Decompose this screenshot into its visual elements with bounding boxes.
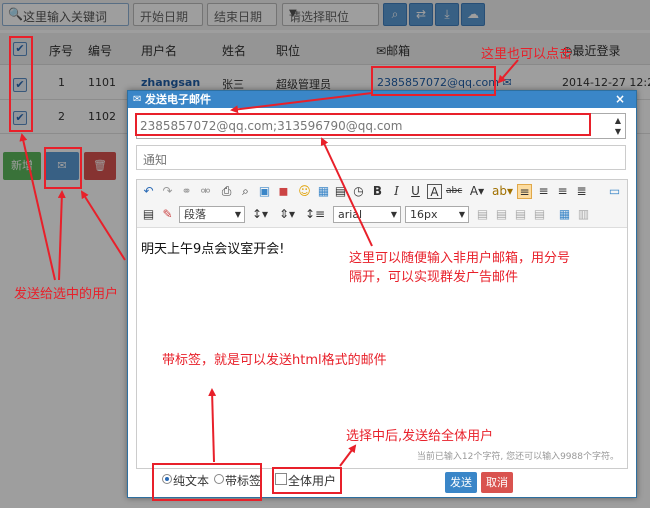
cancel-button[interactable]: 取消 bbox=[481, 472, 513, 493]
emoticon-icon[interactable]: ☺ bbox=[297, 184, 312, 199]
note-email-click: 这里也可以点击 bbox=[481, 47, 573, 62]
italic-icon[interactable]: I bbox=[389, 184, 404, 199]
preview-icon[interactable]: ⌕ bbox=[238, 184, 253, 199]
font-size-value: 16px bbox=[410, 208, 438, 221]
annotation-box-checkboxes bbox=[9, 36, 33, 132]
fullscreen-icon[interactable]: ▭ bbox=[607, 184, 622, 199]
bold-icon[interactable]: B bbox=[370, 184, 385, 199]
note-all-users: 选择中后,发送给全体用户 bbox=[346, 429, 494, 444]
block-right-icon[interactable]: ▤ bbox=[513, 207, 528, 222]
table-props-icon[interactable]: ▥ bbox=[576, 207, 591, 222]
note-non-user-line1: 这里可以随便输入非用户邮箱，用分号 bbox=[349, 251, 571, 266]
align-center-icon[interactable]: ≡ bbox=[536, 184, 551, 199]
table-icon[interactable]: ▤ bbox=[333, 184, 348, 199]
line-height-icon[interactable]: ↕▾ bbox=[250, 207, 270, 222]
annotation-box-mail-button bbox=[44, 147, 82, 189]
note-non-user: 这里可以随便输入非用户邮箱，用分号 隔开，可以实现群发广告邮件 bbox=[349, 249, 570, 287]
eraser-icon[interactable]: ✎ bbox=[160, 207, 175, 222]
annotation-box-email bbox=[371, 66, 496, 96]
dialog-title: 发送电子邮件 bbox=[145, 93, 211, 106]
undo-icon[interactable]: ↶ bbox=[141, 184, 156, 199]
font-size-select[interactable]: 16px ▼ bbox=[405, 206, 469, 223]
underline-icon[interactable]: U bbox=[408, 184, 423, 199]
insert-table-icon[interactable]: ▦ bbox=[557, 207, 572, 222]
block-left-icon[interactable]: ▤ bbox=[475, 207, 490, 222]
image-icon[interactable]: ▣ bbox=[257, 184, 272, 199]
annotation-box-radios bbox=[152, 463, 262, 501]
rich-text-editor[interactable]: ↶ ↷ ⚭ ⚮ ⎙ ⌕ ▣ ◼ ☺ ▦ ▤ ◷ B I U A abc A▾ a… bbox=[136, 179, 628, 469]
chevron-down-icon: ▼ bbox=[390, 210, 397, 219]
font-family-select[interactable]: arial ▼ bbox=[333, 206, 401, 223]
save-icon[interactable]: ▦ bbox=[316, 184, 331, 199]
align-justify-icon[interactable]: ≣ bbox=[574, 184, 589, 199]
print-icon[interactable]: ⎙ bbox=[219, 184, 234, 199]
chevron-down-icon: ▼ bbox=[234, 210, 241, 219]
block-center-icon[interactable]: ▤ bbox=[494, 207, 509, 222]
editor-toolbar: ↶ ↷ ⚭ ⚮ ⎙ ⌕ ▣ ◼ ☺ ▦ ▤ ◷ B I U A abc A▾ a… bbox=[137, 180, 627, 228]
font-color-icon[interactable]: A▾ bbox=[467, 184, 487, 199]
note-send-selected: 发送给选中的用户 bbox=[14, 287, 119, 302]
spacing-icon[interactable]: ⇕▾ bbox=[277, 207, 297, 222]
close-icon[interactable]: × bbox=[615, 91, 625, 108]
chevron-down-icon[interactable]: ▼ bbox=[613, 126, 623, 137]
envelope-icon: ✉ bbox=[133, 94, 142, 105]
scroll-arrows[interactable]: ▲ ▼ bbox=[613, 115, 623, 137]
font-border-icon[interactable]: A bbox=[427, 184, 442, 199]
note-non-user-line2: 隔开，可以实现群发广告邮件 bbox=[349, 270, 519, 285]
redo-icon[interactable]: ↷ bbox=[160, 184, 175, 199]
char-counter: 当前已输入12个字符, 您还可以输入9988个字符。 bbox=[416, 452, 619, 462]
align-right-icon[interactable]: ≡ bbox=[555, 184, 570, 199]
paragraph-select[interactable]: 段落 ▼ bbox=[179, 206, 245, 223]
annotation-box-recipients bbox=[135, 113, 591, 136]
annotation-box-all-users bbox=[272, 467, 342, 494]
clock-icon[interactable]: ◷ bbox=[351, 184, 366, 199]
chevron-down-icon: ▼ bbox=[458, 210, 465, 219]
unlink-icon[interactable]: ⚮ bbox=[198, 184, 213, 199]
send-button[interactable]: 发送 bbox=[445, 472, 477, 493]
block-none-icon[interactable]: ▤ bbox=[532, 207, 547, 222]
paragraph-select-value: 段落 bbox=[184, 208, 206, 221]
editor-content[interactable]: 明天上午9点会议室开会! bbox=[141, 238, 284, 257]
indent-icon[interactable]: ↕≡ bbox=[304, 207, 326, 222]
format-painter-icon[interactable]: ▤ bbox=[141, 207, 156, 222]
flash-icon[interactable]: ◼ bbox=[276, 184, 291, 199]
chevron-up-icon[interactable]: ▲ bbox=[613, 115, 623, 126]
strikethrough-icon[interactable]: abc bbox=[446, 184, 462, 199]
font-family-value: arial bbox=[338, 208, 363, 221]
note-html: 带标签，就是可以发送html格式的邮件 bbox=[162, 353, 387, 368]
subject-placeholder: 通知 bbox=[143, 153, 168, 167]
subject-input[interactable]: 通知 bbox=[136, 145, 626, 170]
align-left-icon[interactable]: ≡ bbox=[517, 184, 532, 199]
link-icon[interactable]: ⚭ bbox=[179, 184, 194, 199]
highlight-icon[interactable]: ab▾ bbox=[492, 184, 513, 199]
